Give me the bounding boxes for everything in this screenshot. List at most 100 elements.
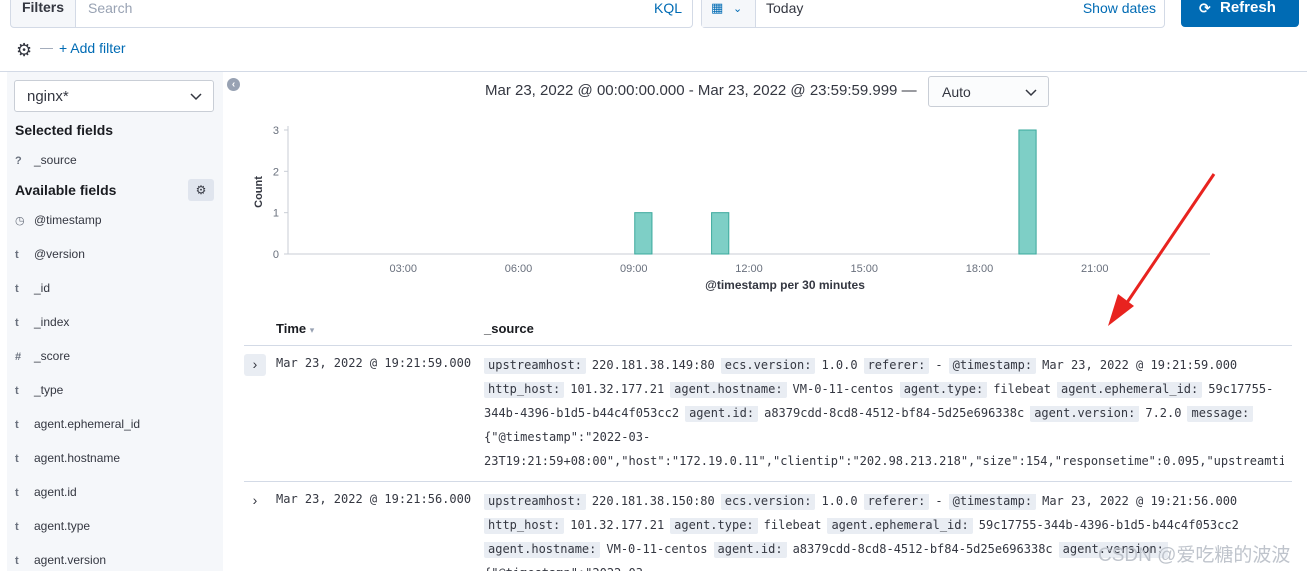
field-type-icon: t: [15, 283, 19, 295]
chevron-down-icon: ⌄: [733, 3, 743, 15]
selected-fields-title: Selected fields: [15, 122, 114, 138]
x-tick-label: 15:00: [850, 263, 878, 275]
interval-label: Auto: [942, 84, 971, 100]
time-header-label: Time: [276, 321, 307, 336]
source-line: http_host: 101.32.177.21 agent.type: filebe…: [484, 518, 1284, 542]
source-field-value: 59c17755-344b-4396-b1d5-b44c4f053cc2: [978, 518, 1239, 532]
source-field-value: 220.181.38.150:80: [591, 494, 715, 508]
source-field-value: Mar 23, 2022 @ 19:21:56.000: [1042, 494, 1238, 508]
source-field-key: ecs.version:: [720, 494, 816, 510]
field-type-icon: t: [15, 487, 19, 499]
refresh-button[interactable]: ⟳ Refresh: [1181, 0, 1299, 27]
source-field-value: 59c17755-: [1208, 382, 1274, 396]
source-field-value: -: [935, 494, 943, 508]
chevron-down-icon: [1025, 89, 1037, 97]
field-sidebar: nginx* Selected fields ? _source Availabl…: [7, 72, 223, 571]
query-bar: Filters Search KQL ▦ ⌄ Today Show dates …: [0, 0, 1307, 72]
source-field-key: agent.version:: [1030, 406, 1140, 422]
field-name: agent.version: [34, 553, 107, 567]
index-pattern-select[interactable]: nginx*: [14, 80, 214, 112]
filter-separator: —: [40, 40, 53, 55]
filters-label: Filters: [21, 0, 64, 15]
x-axis-label: @timestamp per 30 minutes: [705, 278, 865, 292]
histogram-chart: 012303:00 06:00 09:00 12:00 15:00 18:00 21:00@…: [253, 125, 1210, 292]
source-field-key: upstreamhost:: [484, 494, 586, 510]
add-filter-link[interactable]: + Add filter: [59, 40, 126, 56]
field-name: @timestamp: [34, 213, 102, 227]
source-field-key: agent.id:: [685, 406, 759, 422]
source-field-key: http_host:: [484, 518, 565, 534]
available-field-item[interactable]: t agent.id: [15, 485, 77, 505]
source-field-value: a8379cdd-8cd8-4512-bf84-5d25e696338c: [764, 406, 1025, 420]
histogram-bar: [634, 212, 653, 255]
kql-toggle[interactable]: KQL: [654, 0, 682, 16]
field-name: agent.hostname: [34, 451, 121, 465]
source-field-key: agent.hostname:: [484, 542, 601, 558]
field-type-icon: t: [15, 419, 19, 431]
date-picker[interactable]: ▦ ⌄ Today Show dates: [701, 0, 1165, 28]
field-name: @version: [34, 247, 85, 261]
source-field-key: referer:: [863, 358, 930, 374]
field-name: agent.ephemeral_id: [34, 417, 141, 431]
histogram-time-range: Mar 23, 2022 @ 00:00:00.000 - Mar 23, 20…: [485, 82, 917, 99]
filters-button[interactable]: Filters: [10, 0, 76, 28]
expand-row-icon[interactable]: ›: [244, 490, 266, 512]
source-field-value: 23T19:21:59+08:00","host":"172.19.0.11",…: [484, 454, 1284, 468]
source-field-value: 101.32.177.21: [570, 518, 665, 532]
source-line: {"@timestamp":"2022-03-: [484, 430, 1284, 454]
y-axis-label: Count: [253, 176, 265, 208]
source-field-key: agent.type:: [670, 518, 758, 534]
selected-field-item[interactable]: ? _source: [15, 153, 77, 173]
search-input[interactable]: Search KQL: [76, 0, 693, 28]
watermark: CSDN @爱吃糖的波波: [1098, 545, 1291, 566]
field-name: agent.id: [34, 485, 77, 499]
quick-date-button[interactable]: ▦ ⌄: [702, 0, 756, 27]
calendar-icon: ▦: [711, 0, 724, 15]
source-field-value: VM-0-11-centos: [606, 542, 708, 556]
filter-settings-gear-icon[interactable]: ⚙: [16, 40, 32, 61]
source-line: upstreamhost: 220.181.38.150:80 ecs.versio…: [484, 494, 1284, 518]
available-field-item[interactable]: t agent.ephemeral_id: [15, 417, 140, 437]
histogram-bar: [711, 212, 730, 255]
search-placeholder: Search: [88, 0, 133, 16]
available-field-item[interactable]: t _index: [15, 315, 69, 335]
refresh-label: Refresh: [1220, 0, 1276, 16]
field-type-icon: t: [15, 521, 19, 533]
available-fields-title: Available fields: [15, 182, 117, 198]
source-field-key: http_host:: [484, 382, 565, 398]
show-dates-link[interactable]: Show dates: [1083, 0, 1156, 16]
time-column-header[interactable]: Time ▾: [276, 321, 314, 336]
source-field-value: -: [935, 358, 943, 372]
source-line: http_host: 101.32.177.21 agent.hostname: VM…: [484, 382, 1284, 406]
source-field-key: agent.ephemeral_id:: [827, 518, 973, 534]
y-tick-label: 3: [273, 125, 279, 137]
source-field-value: 1.0.0: [821, 358, 858, 372]
available-field-item[interactable]: t agent.hostname: [15, 451, 120, 471]
chevron-down-icon: [190, 93, 202, 101]
source-field-key: ecs.version:: [720, 358, 816, 374]
source-line: upstreamhost: 220.181.38.149:80 ecs.versio…: [484, 358, 1284, 382]
x-tick-label: 09:00: [620, 263, 648, 275]
x-tick-label: 12:00: [735, 263, 763, 275]
available-field-item[interactable]: t @version: [15, 247, 85, 267]
field-type-icon: t: [15, 385, 19, 397]
interval-select[interactable]: Auto: [928, 76, 1049, 107]
field-type-icon: ?: [15, 155, 22, 167]
source-field-key: @timestamp:: [948, 358, 1037, 374]
available-field-item[interactable]: t _type: [15, 383, 63, 403]
refresh-icon: ⟳: [1199, 0, 1211, 16]
field-settings-gear-icon[interactable]: ⚙: [188, 179, 214, 201]
source-field-key: @timestamp:: [948, 494, 1037, 510]
source-field-key: referer:: [863, 494, 930, 510]
expand-row-icon[interactable]: ›: [244, 354, 266, 376]
available-field-item[interactable]: ◷ @timestamp: [15, 213, 102, 233]
sort-icon[interactable]: ▾: [310, 325, 315, 335]
available-field-item[interactable]: # _score: [15, 349, 70, 369]
collapse-sidebar-icon[interactable]: ‹: [227, 78, 240, 91]
source-field-key: agent.type:: [899, 382, 988, 398]
available-field-item[interactable]: t agent.version: [15, 553, 106, 571]
y-tick-label: 1: [273, 208, 279, 220]
available-field-item[interactable]: t agent.type: [15, 519, 90, 539]
available-field-item[interactable]: t _id: [15, 281, 50, 301]
field-name: _score: [34, 349, 71, 363]
